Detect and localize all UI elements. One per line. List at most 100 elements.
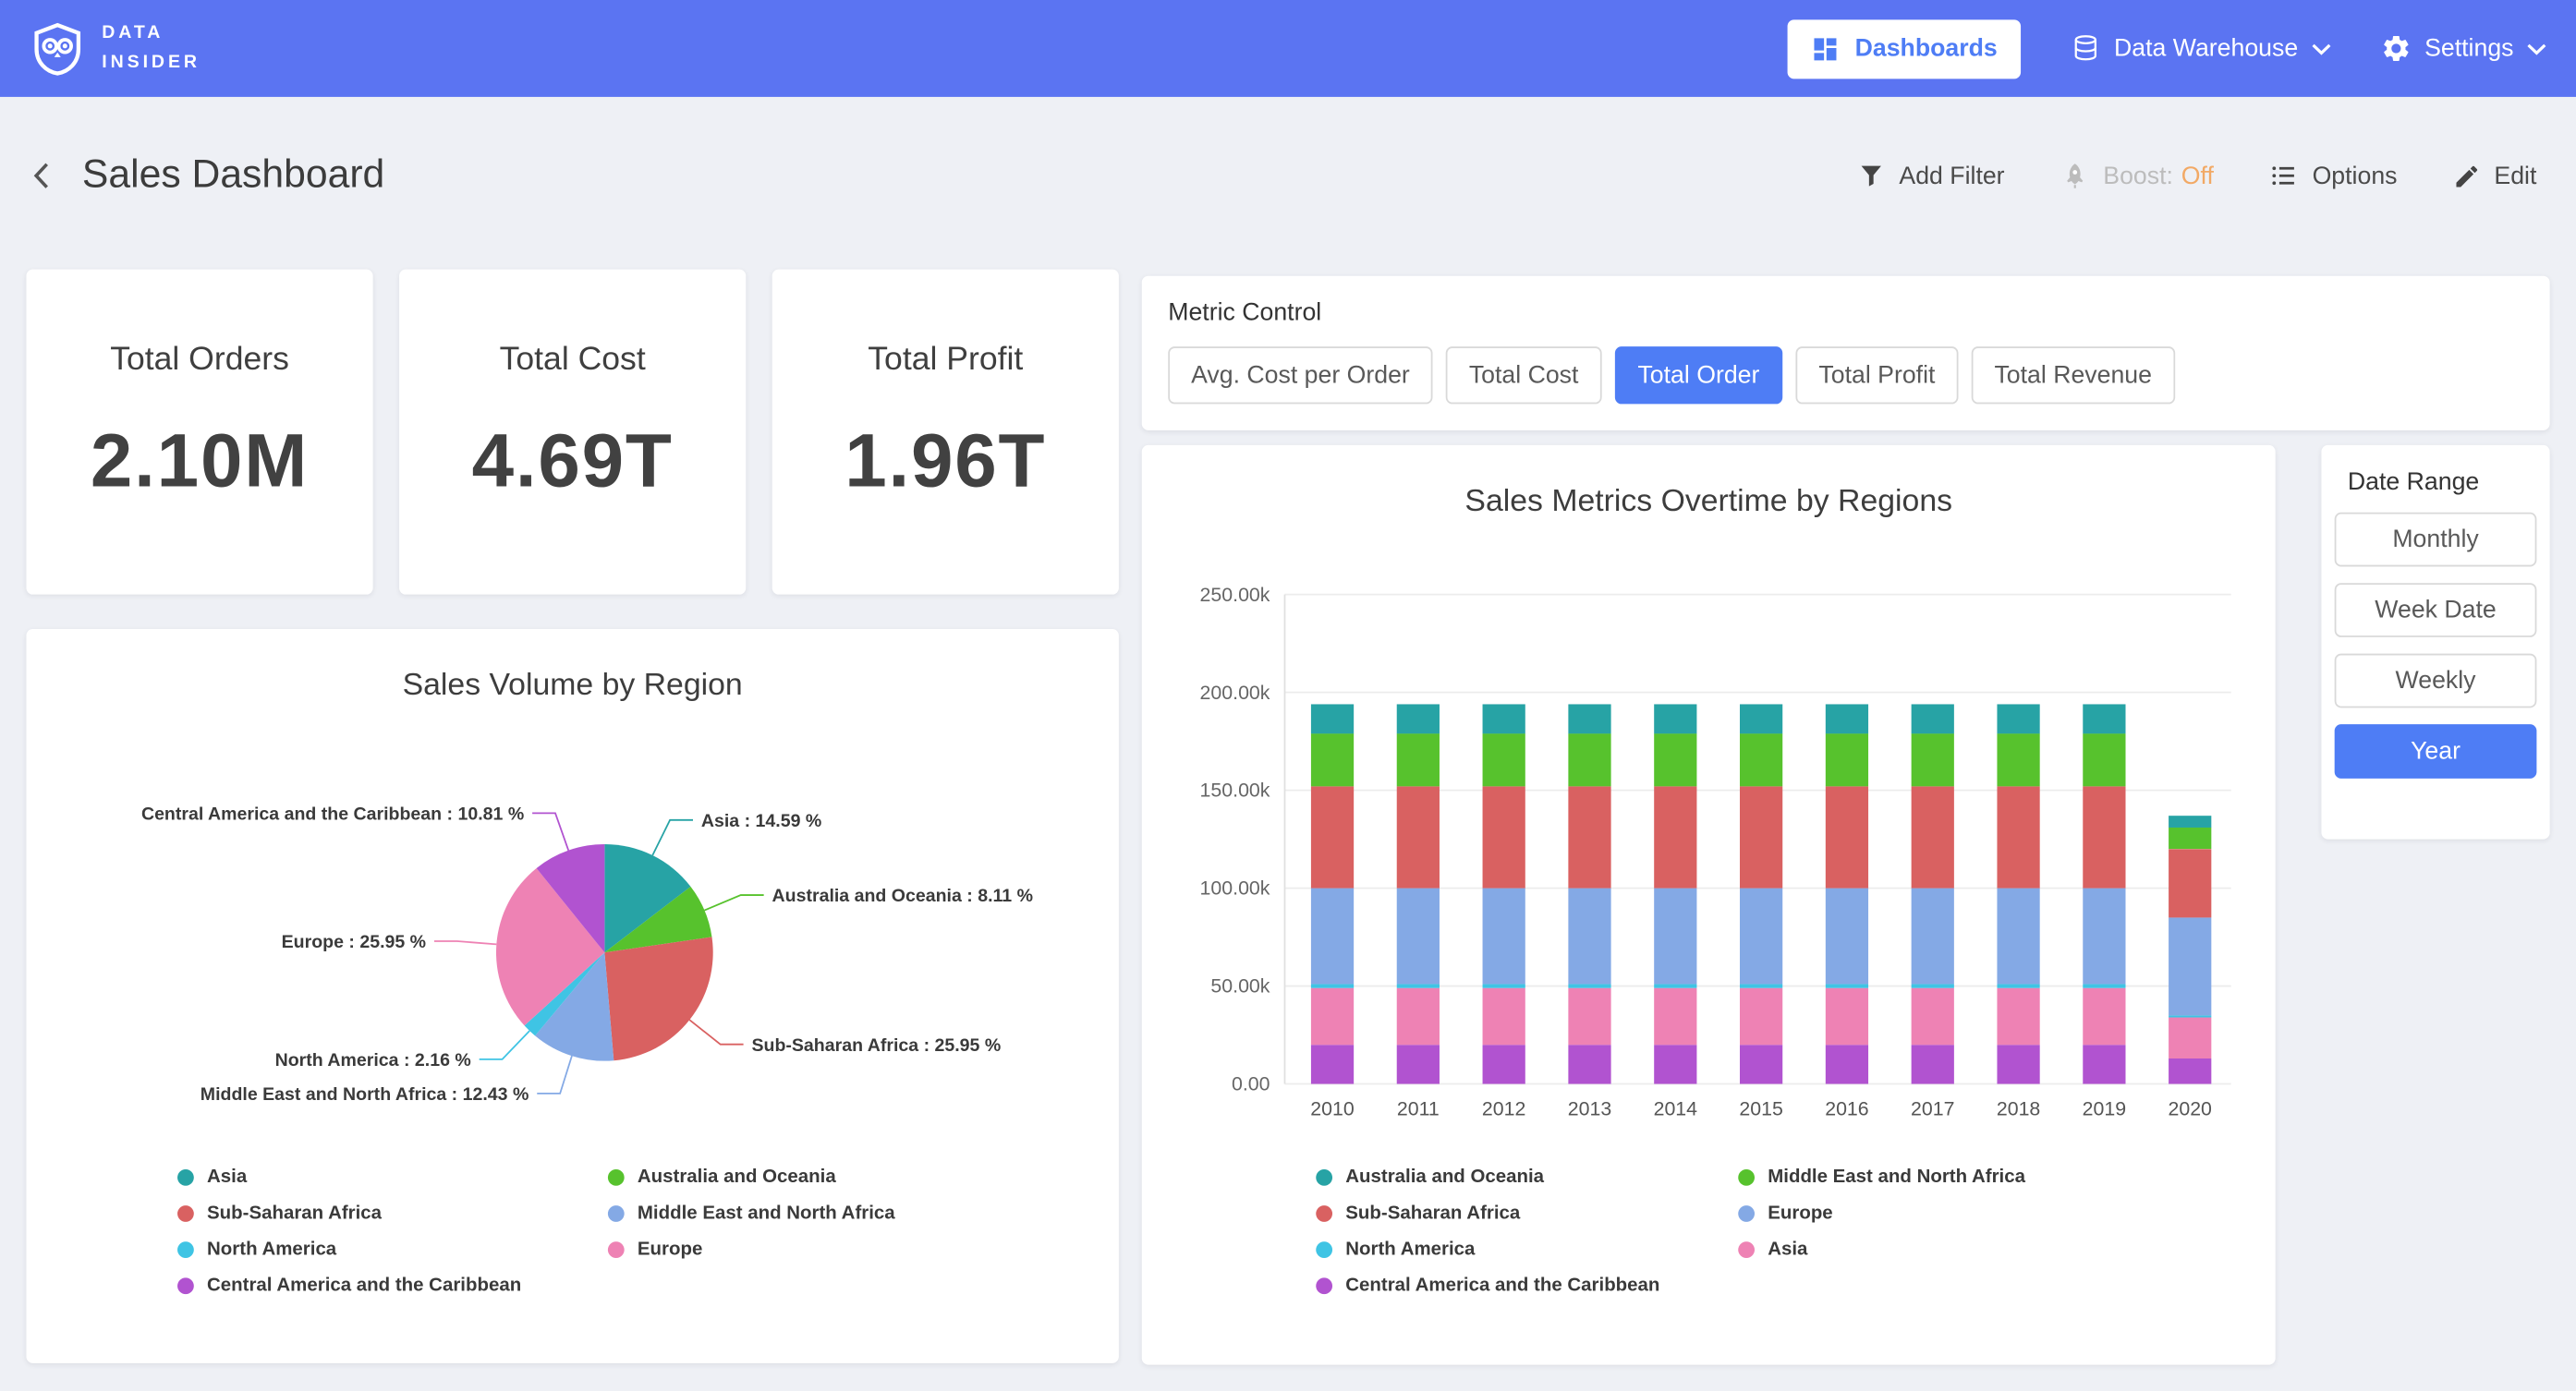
bar-segment-north-america[interactable] <box>1912 984 1954 987</box>
pie-legend-item-europe[interactable]: Europe <box>608 1240 1100 1259</box>
bar-segment-central-america-and-the-caribbean[interactable] <box>1912 1045 1954 1083</box>
bar-segment-australia-and-oceania[interactable] <box>1568 704 1610 733</box>
date-range-button-week-date[interactable]: Week Date <box>2335 583 2537 637</box>
bar-segment-central-america-and-the-caribbean[interactable] <box>1740 1045 1782 1083</box>
bar-segment-sub-saharan-africa[interactable] <box>1912 786 1954 888</box>
brand[interactable]: DATA INSIDER <box>30 20 200 77</box>
bar-segment-europe[interactable] <box>1483 889 1525 985</box>
bar-segment-north-america[interactable] <box>1740 984 1782 987</box>
pie-legend-item-middle-east-and-north-africa[interactable]: Middle East and North Africa <box>608 1204 1100 1223</box>
pie-legend-item-asia[interactable]: Asia <box>177 1167 608 1187</box>
bar-segment-australia-and-oceania[interactable] <box>1397 704 1440 733</box>
bar-segment-asia[interactable] <box>1826 988 1868 1046</box>
bar-segment-middle-east-and-north-africa[interactable] <box>1397 733 1440 786</box>
bar-segment-north-america[interactable] <box>2169 1015 2211 1017</box>
stacked-bar-chart[interactable]: 0.0050.00k100.00k150.00k200.00k250.00k20… <box>1142 544 2276 1152</box>
bar-legend-item-middle-east-and-north-africa[interactable]: Middle East and North Africa <box>1738 1167 2230 1187</box>
bar-segment-asia[interactable] <box>1483 988 1525 1046</box>
bar-legend-item-australia-and-oceania[interactable]: Australia and Oceania <box>1316 1167 1738 1187</box>
bar-segment-europe[interactable] <box>1397 889 1440 985</box>
add-filter-button[interactable]: Add Filter <box>1856 161 2004 190</box>
bar-segment-sub-saharan-africa[interactable] <box>1483 786 1525 888</box>
bar-segment-sub-saharan-africa[interactable] <box>1654 786 1696 888</box>
metric-button-avg-cost-per-order[interactable]: Avg. Cost per Order <box>1168 346 1432 404</box>
bar-segment-europe[interactable] <box>1654 889 1696 985</box>
pie-legend-item-north-america[interactable]: North America <box>177 1240 608 1259</box>
bar-segment-sub-saharan-africa[interactable] <box>1397 786 1440 888</box>
bar-segment-europe[interactable] <box>1311 889 1354 985</box>
bar-segment-middle-east-and-north-africa[interactable] <box>1826 733 1868 786</box>
bar-segment-australia-and-oceania[interactable] <box>1311 704 1354 733</box>
options-button[interactable]: Options <box>2269 161 2397 190</box>
bar-segment-sub-saharan-africa[interactable] <box>2169 849 2211 917</box>
bar-segment-sub-saharan-africa[interactable] <box>1740 786 1782 888</box>
back-button[interactable] <box>23 156 63 196</box>
bar-segment-asia[interactable] <box>1311 988 1354 1046</box>
pie-chart[interactable]: Asia : 14.59 %Australia and Oceania : 8.… <box>26 698 1118 1175</box>
boost-toggle[interactable]: Boost: Off <box>2060 161 2214 190</box>
edit-button[interactable]: Edit <box>2453 162 2536 189</box>
bar-segment-asia[interactable] <box>2169 1018 2211 1058</box>
bar-segment-australia-and-oceania[interactable] <box>1740 704 1782 733</box>
bar-segment-sub-saharan-africa[interactable] <box>2083 786 2125 888</box>
bar-segment-asia[interactable] <box>1397 988 1440 1046</box>
bar-segment-australia-and-oceania[interactable] <box>1654 704 1696 733</box>
bar-legend-item-asia[interactable]: Asia <box>1738 1240 2230 1259</box>
pie-slice-sub-saharan-africa[interactable] <box>604 937 712 1060</box>
bar-segment-central-america-and-the-caribbean[interactable] <box>1997 1045 2039 1083</box>
nav-settings[interactable]: Settings <box>2380 33 2546 65</box>
bar-segment-europe[interactable] <box>2083 889 2125 985</box>
nav-dashboards-button[interactable]: Dashboards <box>1788 18 2021 78</box>
bar-segment-north-america[interactable] <box>2083 984 2125 987</box>
bar-segment-middle-east-and-north-africa[interactable] <box>1311 733 1354 786</box>
bar-segment-central-america-and-the-caribbean[interactable] <box>1654 1045 1696 1083</box>
pie-legend-item-central-america-and-the-caribbean[interactable]: Central America and the Caribbean <box>177 1276 608 1296</box>
bar-segment-asia[interactable] <box>1912 988 1954 1046</box>
bar-segment-north-america[interactable] <box>1654 984 1696 987</box>
bar-segment-central-america-and-the-caribbean[interactable] <box>1568 1045 1610 1083</box>
bar-segment-north-america[interactable] <box>1997 984 2039 987</box>
bar-legend-item-central-america-and-the-caribbean[interactable]: Central America and the Caribbean <box>1316 1276 1738 1296</box>
bar-segment-sub-saharan-africa[interactable] <box>1568 786 1610 888</box>
metric-button-total-order[interactable]: Total Order <box>1615 346 1783 404</box>
bar-segment-australia-and-oceania[interactable] <box>1483 704 1525 733</box>
bar-segment-asia[interactable] <box>1997 988 2039 1046</box>
bar-legend-item-north-america[interactable]: North America <box>1316 1240 1738 1259</box>
metric-button-total-cost[interactable]: Total Cost <box>1446 346 1601 404</box>
bar-segment-europe[interactable] <box>2169 917 2211 1015</box>
bar-segment-central-america-and-the-caribbean[interactable] <box>1826 1045 1868 1083</box>
bar-segment-asia[interactable] <box>2083 988 2125 1046</box>
bar-segment-sub-saharan-africa[interactable] <box>1311 786 1354 888</box>
metric-button-total-profit[interactable]: Total Profit <box>1796 346 1959 404</box>
bar-segment-asia[interactable] <box>1568 988 1610 1046</box>
bar-segment-north-america[interactable] <box>1826 984 1868 987</box>
bar-segment-central-america-and-the-caribbean[interactable] <box>1311 1045 1354 1083</box>
bar-segment-middle-east-and-north-africa[interactable] <box>1483 733 1525 786</box>
bar-segment-middle-east-and-north-africa[interactable] <box>1740 733 1782 786</box>
bar-segment-sub-saharan-africa[interactable] <box>1997 786 2039 888</box>
bar-segment-europe[interactable] <box>1740 889 1782 985</box>
bar-segment-europe[interactable] <box>1997 889 2039 985</box>
bar-segment-north-america[interactable] <box>1568 984 1610 987</box>
bar-segment-middle-east-and-north-africa[interactable] <box>1912 733 1954 786</box>
bar-segment-australia-and-oceania[interactable] <box>1912 704 1954 733</box>
pie-legend-item-sub-saharan-africa[interactable]: Sub-Saharan Africa <box>177 1204 608 1223</box>
bar-segment-asia[interactable] <box>1740 988 1782 1046</box>
pie-legend-item-australia-and-oceania[interactable]: Australia and Oceania <box>608 1167 1100 1187</box>
bar-segment-australia-and-oceania[interactable] <box>2169 816 2211 828</box>
bar-segment-australia-and-oceania[interactable] <box>2083 704 2125 733</box>
bar-segment-north-america[interactable] <box>1483 984 1525 987</box>
bar-legend-item-europe[interactable]: Europe <box>1738 1204 2230 1223</box>
bar-segment-north-america[interactable] <box>1311 984 1354 987</box>
date-range-button-monthly[interactable]: Monthly <box>2335 513 2537 567</box>
bar-segment-australia-and-oceania[interactable] <box>1997 704 2039 733</box>
bar-segment-middle-east-and-north-africa[interactable] <box>1654 733 1696 786</box>
bar-segment-europe[interactable] <box>1912 889 1954 985</box>
bar-segment-asia[interactable] <box>1654 988 1696 1046</box>
date-range-button-weekly[interactable]: Weekly <box>2335 654 2537 708</box>
bar-segment-middle-east-and-north-africa[interactable] <box>2083 733 2125 786</box>
bar-legend-item-sub-saharan-africa[interactable]: Sub-Saharan Africa <box>1316 1204 1738 1223</box>
date-range-button-year[interactable]: Year <box>2335 724 2537 779</box>
metric-button-total-revenue[interactable]: Total Revenue <box>1972 346 2175 404</box>
bar-segment-middle-east-and-north-africa[interactable] <box>1997 733 2039 786</box>
